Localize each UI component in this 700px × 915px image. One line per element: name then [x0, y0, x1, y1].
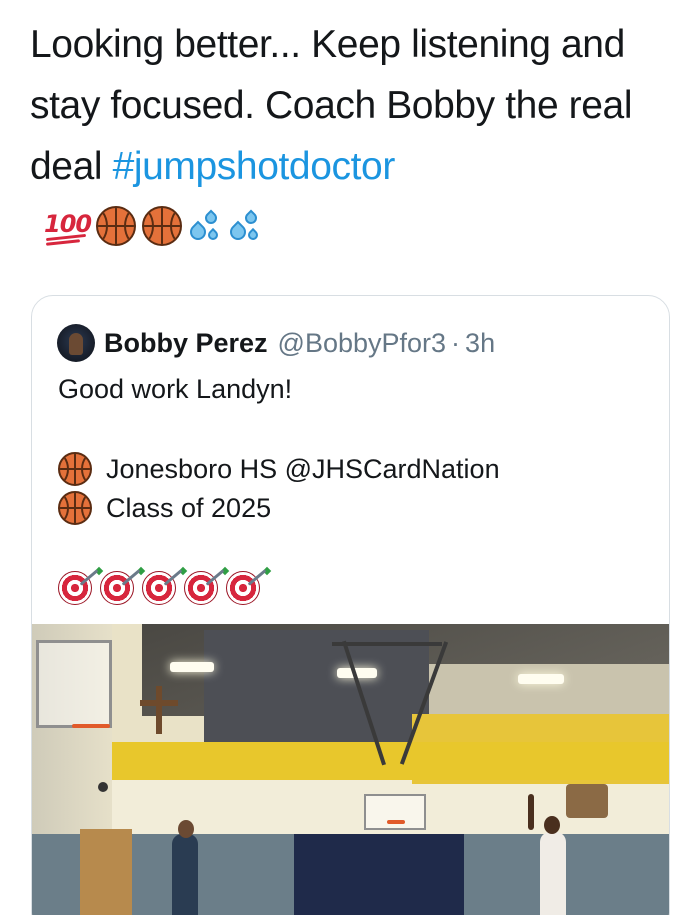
basketball-icon	[142, 206, 182, 246]
list-item-label: Class of 2025	[106, 492, 272, 523]
hashtag-link[interactable]: #jumpshotdoctor	[113, 145, 396, 188]
basketball-icon	[96, 206, 136, 246]
sweat-droplets-icon	[186, 206, 222, 246]
avatar[interactable]	[57, 324, 95, 362]
direct-hit-icon	[142, 571, 176, 605]
display-name[interactable]: Bobby Perez	[104, 328, 268, 359]
list-item: Class of 2025	[58, 491, 271, 525]
quoted-tweet-card[interactable]: Bobby Perez @BobbyPfor3 · 3h Good work L…	[31, 295, 670, 915]
target-emoji-row	[58, 571, 260, 605]
gym-video-thumbnail[interactable]	[32, 624, 669, 915]
direct-hit-icon	[100, 571, 134, 605]
direct-hit-icon	[184, 571, 218, 605]
quote-header: Bobby Perez @BobbyPfor3 · 3h	[57, 324, 495, 362]
emoji-row: 100	[44, 204, 262, 248]
sweat-droplets-icon	[226, 206, 262, 246]
list-item-label: Jonesboro HS @JHSCardNation	[106, 453, 500, 484]
timestamp[interactable]: 3h	[465, 328, 495, 359]
tweet-text: Looking better... Keep listening and sta…	[30, 14, 680, 197]
hundred-points-icon: 100	[44, 206, 92, 246]
separator-dot: ·	[451, 327, 461, 358]
direct-hit-icon	[226, 571, 260, 605]
quote-text: Good work Landyn!	[58, 374, 293, 404]
basketball-icon	[58, 452, 92, 486]
user-handle[interactable]: @BobbyPfor3	[278, 328, 447, 359]
list-item: Jonesboro HS @JHSCardNation	[58, 452, 500, 486]
direct-hit-icon	[58, 571, 92, 605]
basketball-icon	[58, 491, 92, 525]
